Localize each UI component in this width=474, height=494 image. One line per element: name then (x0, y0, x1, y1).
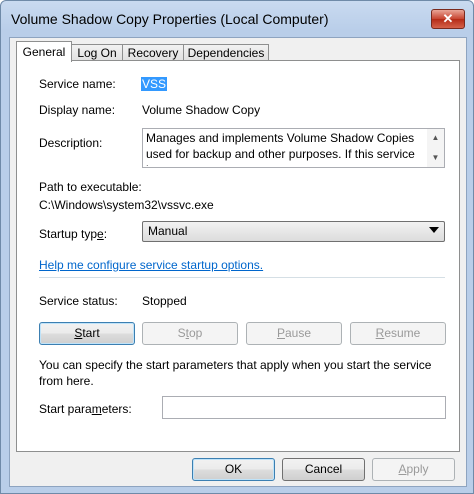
description-scrollbar[interactable]: ▲ ▼ (427, 129, 444, 167)
title-bar[interactable]: Volume Shadow Copy Properties (Local Com… (1, 1, 473, 37)
help-configure-link[interactable]: Help me configure service startup option… (39, 258, 263, 272)
resume-button[interactable]: Resume (350, 322, 446, 345)
apply-button[interactable]: Apply (372, 458, 455, 481)
display-name-value[interactable]: Volume Shadow Copy (142, 103, 260, 117)
general-tab-panel: Service name: VSS Display name: Volume S… (16, 60, 460, 452)
path-value[interactable]: C:\Windows\system32\vssvc.exe (39, 198, 214, 212)
cancel-button[interactable]: Cancel (282, 458, 365, 481)
description-box[interactable]: Manages and implements Volume Shadow Cop… (142, 128, 445, 168)
scroll-up-icon[interactable]: ▲ (427, 131, 444, 145)
start-parameters-input[interactable] (162, 396, 446, 419)
stop-button[interactable]: Stop (142, 322, 238, 345)
display-name-label: Display name: (39, 103, 116, 117)
close-button[interactable]: ✕ (431, 9, 465, 29)
start-parameters-label: Start parameters: (39, 402, 132, 416)
service-status-value: Stopped (142, 294, 187, 308)
description-text: Manages and implements Volume Shadow Cop… (146, 131, 415, 166)
close-icon: ✕ (442, 11, 454, 26)
service-name-label: Service name: (39, 77, 116, 91)
start-button[interactable]: Start (39, 322, 135, 345)
tab-general[interactable]: General (16, 41, 72, 62)
properties-dialog: Volume Shadow Copy Properties (Local Com… (0, 0, 474, 494)
tab-dependencies[interactable]: Dependencies (183, 44, 269, 61)
dialog-client-area: General Log On Recovery Dependencies Ser… (9, 37, 467, 487)
window-title: Volume Shadow Copy Properties (Local Com… (11, 11, 329, 27)
startup-type-select[interactable]: Manual (142, 221, 445, 242)
ok-button[interactable]: OK (192, 458, 275, 481)
pause-button[interactable]: Pause (246, 322, 342, 345)
chevron-down-icon (429, 227, 439, 233)
start-parameters-note: You can specify the start parameters tha… (39, 358, 432, 388)
path-label: Path to executable: (39, 180, 142, 194)
separator (39, 277, 445, 278)
startup-type-label: Startup type: (39, 227, 108, 241)
service-status-label: Service status: (39, 294, 118, 308)
service-name-value[interactable]: VSS (141, 77, 168, 91)
tab-recovery[interactable]: Recovery (122, 44, 184, 61)
description-label: Description: (39, 136, 103, 150)
startup-type-value: Manual (148, 224, 188, 238)
scroll-down-icon[interactable]: ▼ (427, 151, 444, 165)
tab-log-on[interactable]: Log On (71, 44, 123, 61)
